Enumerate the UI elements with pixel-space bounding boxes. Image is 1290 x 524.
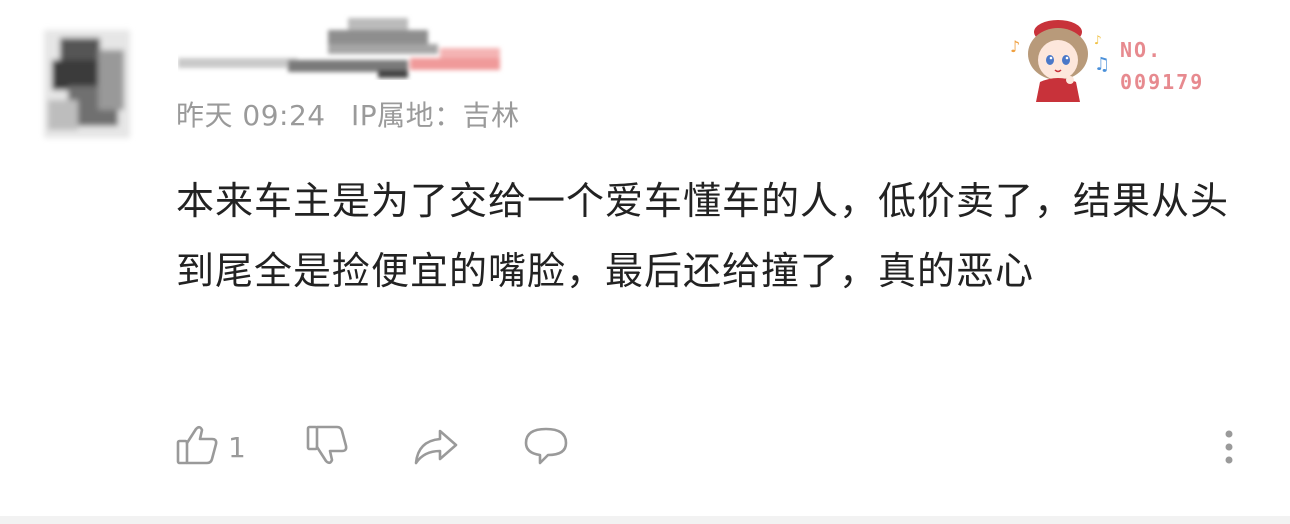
share-icon	[410, 421, 462, 473]
comment-meta: 昨天 09:24 IP属地：吉林	[176, 94, 536, 134]
svg-text:♫: ♫	[1094, 54, 1110, 75]
more-button[interactable]	[1214, 426, 1244, 468]
comment-card: 昨天 09:24 IP属地：吉林 本来车主是为了交给一个爱车懂车的人，低价卖了，…	[0, 0, 1290, 518]
svg-text:♪: ♪	[1010, 37, 1020, 56]
comment-text: 本来车主是为了交给一个爱车懂车的人，低价卖了，结果从头到尾全是捡便宜的嘴脸，最后…	[176, 179, 1230, 293]
badge-number: 009179	[1120, 70, 1205, 94]
divider	[0, 516, 1290, 524]
dislike-button[interactable]	[304, 420, 352, 474]
action-bar: 1	[170, 420, 1250, 474]
badge-label: NO.	[1120, 38, 1163, 62]
share-button[interactable]	[410, 420, 462, 474]
comment-icon	[520, 421, 572, 473]
thumbs-down-icon	[304, 421, 352, 473]
svg-text:♪: ♪	[1094, 33, 1102, 47]
like-button[interactable]: 1	[174, 420, 246, 474]
more-vertical-icon	[1214, 430, 1244, 472]
like-count: 1	[228, 430, 246, 464]
username-redacted[interactable]	[178, 14, 508, 80]
thumbs-up-icon	[174, 421, 222, 473]
ip-location: IP属地：吉林	[351, 99, 520, 132]
avatar[interactable]	[38, 20, 136, 144]
comment-time: 昨天 09:24	[176, 99, 326, 132]
reply-button[interactable]	[520, 420, 572, 474]
